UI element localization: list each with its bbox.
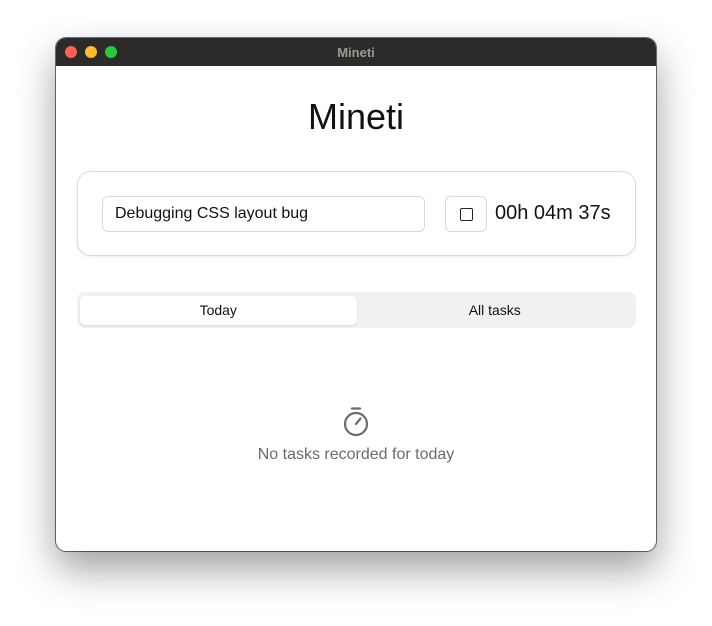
tab-today[interactable]: Today — [80, 295, 357, 325]
task-name-input[interactable] — [102, 196, 425, 232]
empty-state: No tasks recorded for today — [56, 406, 656, 464]
title-bar[interactable]: Mineti — [56, 38, 656, 66]
timer-card: 00h 04m 37s — [77, 171, 636, 256]
stopwatch-icon — [343, 407, 369, 437]
elapsed-time: 00h 04m 37s — [495, 202, 611, 224]
window-title: Mineti — [337, 44, 375, 60]
minimize-window-button[interactable] — [85, 46, 97, 58]
page-title: Mineti — [307, 96, 405, 137]
maximize-window-button[interactable] — [105, 46, 117, 58]
app-window: Mineti Mineti 00h 04m 37s Today All task… — [56, 38, 656, 551]
tab-all-tasks[interactable]: All tasks — [357, 296, 634, 325]
stop-icon — [459, 207, 473, 221]
desktop: Mineti Mineti 00h 04m 37s Today All task… — [0, 0, 712, 626]
main-content: Mineti 00h 04m 37s Today All tasks No ta… — [56, 66, 656, 551]
empty-state-message: No tasks recorded for today — [257, 446, 455, 463]
window-controls — [65, 46, 117, 58]
task-filter-tabs: Today All tasks — [77, 292, 636, 328]
stop-timer-button[interactable] — [445, 196, 487, 232]
close-window-button[interactable] — [65, 46, 77, 58]
